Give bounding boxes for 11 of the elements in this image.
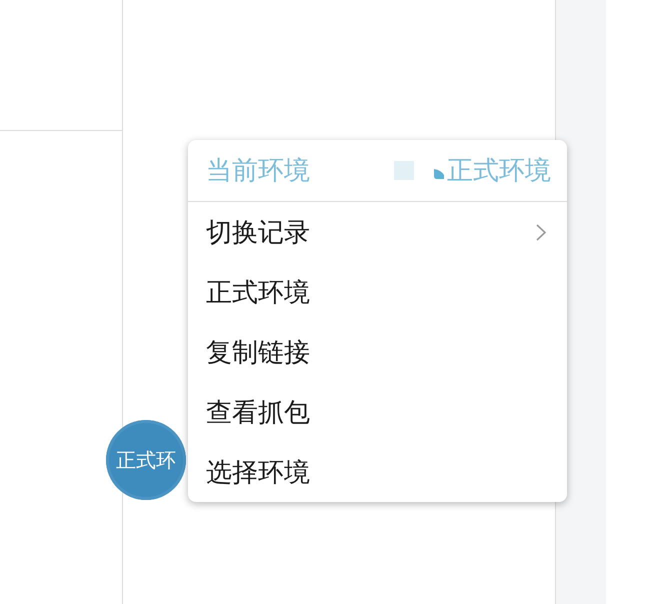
- environment-value: 正式环境: [447, 155, 551, 188]
- menu-item[interactable]: 正式环境: [188, 262, 567, 322]
- menu-item[interactable]: 切换记录: [188, 202, 567, 262]
- square-icon: [394, 161, 414, 180]
- menu-item[interactable]: 查看抓包: [188, 382, 567, 442]
- environment-button[interactable]: 正式环: [106, 420, 186, 500]
- menu-item[interactable]: 复制链接: [188, 322, 567, 382]
- tab-marker-icon: [434, 168, 444, 178]
- chevron-right-icon: [536, 224, 546, 240]
- menu-item[interactable]: 选择环境: [188, 442, 567, 502]
- current-environment-label: 当前环境: [206, 155, 310, 188]
